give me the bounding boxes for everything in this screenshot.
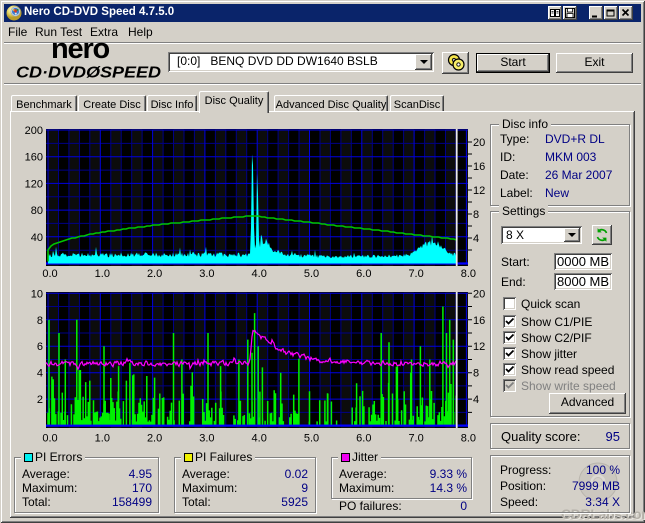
svg-text:0.0: 0.0 (42, 268, 57, 280)
svg-text:4.0: 4.0 (252, 433, 267, 445)
svg-text:120: 120 (25, 178, 43, 190)
svg-text:4: 4 (37, 368, 43, 380)
svg-text:6: 6 (37, 341, 43, 353)
svg-text:20: 20 (473, 288, 485, 300)
svg-text:8.0: 8.0 (461, 268, 476, 280)
svg-text:2.0: 2.0 (147, 268, 162, 280)
svg-text:8: 8 (37, 315, 43, 327)
svg-text:1.0: 1.0 (95, 433, 110, 445)
svg-text:6.0: 6.0 (356, 268, 371, 280)
svg-text:12: 12 (473, 185, 485, 197)
svg-text:8: 8 (473, 209, 479, 221)
svg-text:8: 8 (473, 368, 479, 380)
svg-text:6.0: 6.0 (356, 433, 371, 445)
svg-text:1.0: 1.0 (95, 268, 110, 280)
svg-text:40: 40 (31, 232, 43, 244)
svg-text:16: 16 (473, 315, 485, 327)
svg-text:5.0: 5.0 (304, 433, 319, 445)
svg-text:2: 2 (37, 394, 43, 406)
svg-text:5.0: 5.0 (304, 268, 319, 280)
svg-text:4.0: 4.0 (252, 268, 267, 280)
svg-text:12: 12 (473, 341, 485, 353)
svg-text:7.0: 7.0 (408, 433, 423, 445)
svg-text:3.0: 3.0 (199, 433, 214, 445)
svg-text:8.0: 8.0 (461, 433, 476, 445)
svg-text:4: 4 (473, 394, 479, 406)
svg-text:80: 80 (31, 205, 43, 217)
svg-text:0.0: 0.0 (42, 433, 57, 445)
svg-text:2.0: 2.0 (147, 433, 162, 445)
svg-text:16: 16 (473, 161, 485, 173)
svg-text:3.0: 3.0 (199, 268, 214, 280)
svg-text:160: 160 (25, 152, 43, 164)
svg-text:10: 10 (31, 288, 43, 300)
svg-text:200: 200 (25, 125, 43, 137)
svg-text:7.0: 7.0 (408, 268, 423, 280)
svg-text:20: 20 (473, 137, 485, 149)
svg-text:4: 4 (473, 233, 479, 245)
